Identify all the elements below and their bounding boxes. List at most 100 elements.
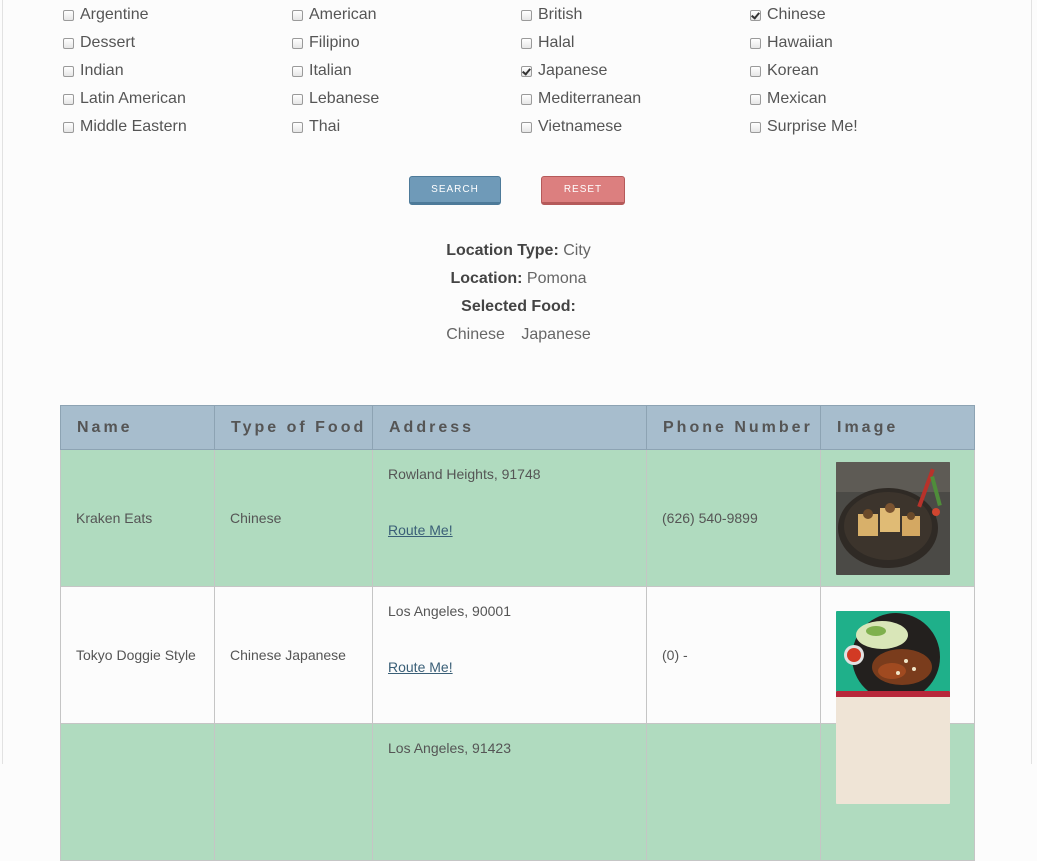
- table-row: Los Angeles, 91423: [60, 690, 975, 861]
- filter-label: Lebanese: [309, 90, 380, 107]
- cell-name: [60, 723, 215, 861]
- checkbox-icon[interactable]: [292, 65, 303, 77]
- filter-british[interactable]: British: [521, 4, 582, 26]
- route-me-link[interactable]: Route Me!: [388, 659, 453, 675]
- food-photo: [836, 690, 950, 804]
- checkbox-icon[interactable]: [750, 37, 761, 49]
- header-type-of-food: Type of Food: [214, 405, 373, 450]
- table-row: Kraken Eats Chinese Rowland Heights, 917…: [60, 449, 975, 587]
- filter-mexican[interactable]: Mexican: [750, 88, 827, 110]
- filter-argentine[interactable]: Argentine: [63, 4, 149, 26]
- filter-label: Middle Eastern: [80, 118, 187, 135]
- filter-japanese[interactable]: Japanese: [521, 60, 607, 82]
- location-value: Pomona: [526, 270, 587, 287]
- filter-dessert[interactable]: Dessert: [63, 32, 135, 54]
- header-name: Name: [60, 405, 215, 450]
- selected-food-label: Selected Food:: [461, 298, 576, 315]
- checkbox-icon[interactable]: [63, 9, 74, 21]
- checkbox-icon[interactable]: [63, 37, 74, 49]
- filter-label: Vietnamese: [538, 118, 623, 135]
- filter-italian[interactable]: Italian: [292, 60, 352, 82]
- filter-latin-american[interactable]: Latin American: [63, 88, 186, 110]
- filter-label: Hawaiian: [767, 34, 833, 51]
- filter-label: Thai: [309, 118, 341, 135]
- checkbox-icon[interactable]: [63, 65, 74, 77]
- filter-label: Mediterranean: [538, 90, 642, 107]
- filter-label: Korean: [767, 62, 819, 79]
- filter-middle-eastern[interactable]: Middle Eastern: [63, 116, 187, 138]
- checkbox-icon[interactable]: [292, 93, 303, 105]
- route-me-link[interactable]: Route Me!: [388, 522, 453, 538]
- location-type-line: Location Type: City: [0, 242, 1037, 260]
- filter-label: Latin American: [80, 90, 186, 107]
- checkbox-checked-icon[interactable]: [750, 9, 761, 21]
- checkbox-icon[interactable]: [750, 65, 761, 77]
- checkbox-icon[interactable]: [750, 121, 761, 133]
- cell-type: Chinese: [214, 449, 373, 587]
- location-type-value: City: [563, 242, 591, 259]
- checkbox-checked-icon[interactable]: [521, 65, 532, 77]
- checkbox-icon[interactable]: [521, 37, 532, 49]
- selected-food-list: Chinese Japanese: [0, 326, 1037, 344]
- search-button[interactable]: SEARCH: [409, 176, 501, 205]
- cell-phone: (626) 540-9899: [646, 449, 821, 587]
- selected-food-item: Chinese: [446, 326, 505, 343]
- cell-name: Kraken Eats: [60, 449, 215, 587]
- filter-label: Argentine: [80, 6, 149, 23]
- cell-type: Chinese Japanese: [214, 586, 373, 724]
- selected-food-item: Japanese: [521, 326, 591, 343]
- filter-vietnamese[interactable]: Vietnamese: [521, 116, 622, 138]
- filter-halal[interactable]: Halal: [521, 32, 574, 54]
- filter-label: Mexican: [767, 90, 827, 107]
- page-right-border: [1031, 0, 1032, 764]
- checkbox-icon[interactable]: [521, 121, 532, 133]
- filter-label: Surprise Me!: [767, 118, 858, 135]
- checkbox-icon[interactable]: [521, 93, 532, 105]
- checkbox-icon[interactable]: [63, 93, 74, 105]
- checkbox-icon[interactable]: [292, 121, 303, 133]
- checkbox-icon[interactable]: [521, 9, 532, 21]
- filter-lebanese[interactable]: Lebanese: [292, 88, 379, 110]
- cell-image: [820, 449, 975, 587]
- grilled-chicken-plate-photo: [836, 611, 950, 699]
- cell-image: [820, 690, 975, 861]
- filter-label: Indian: [80, 62, 124, 79]
- header-phone-number: Phone Number: [646, 405, 821, 450]
- header-address: Address: [372, 405, 647, 450]
- cell-name: Tokyo Doggie Style: [60, 586, 215, 724]
- reset-button[interactable]: RESET: [541, 176, 625, 205]
- filter-hawaiian[interactable]: Hawaiian: [750, 32, 833, 54]
- filter-label: Halal: [538, 34, 575, 51]
- fried-tofu-dish-photo: [836, 461, 950, 575]
- cell-address: Los Angeles, 91423: [372, 723, 647, 861]
- location-type-label: Location Type:: [446, 242, 559, 259]
- filter-filipino[interactable]: Filipino: [292, 32, 360, 54]
- filter-label: Filipino: [309, 34, 360, 51]
- filter-korean[interactable]: Korean: [750, 60, 819, 82]
- filter-mediterranean[interactable]: Mediterranean: [521, 88, 641, 110]
- checkbox-icon[interactable]: [292, 9, 303, 21]
- page-left-border: [2, 0, 3, 764]
- filter-thai[interactable]: Thai: [292, 116, 340, 138]
- selected-food-line: Selected Food:: [0, 298, 1037, 316]
- checkbox-icon[interactable]: [63, 121, 74, 133]
- checkbox-icon[interactable]: [750, 93, 761, 105]
- cell-type: [214, 723, 373, 861]
- cell-phone: [646, 723, 821, 861]
- filter-label: Japanese: [538, 62, 608, 79]
- filter-indian[interactable]: Indian: [63, 60, 124, 82]
- filter-label: Chinese: [767, 6, 826, 23]
- checkbox-icon[interactable]: [292, 37, 303, 49]
- header-image: Image: [820, 405, 975, 450]
- filter-american[interactable]: American: [292, 4, 377, 26]
- filter-label: Dessert: [80, 34, 136, 51]
- address-text: Los Angeles, 91423: [388, 740, 511, 756]
- filter-chinese[interactable]: Chinese: [750, 4, 826, 26]
- filter-label: Italian: [309, 62, 352, 79]
- cell-address: Los Angeles, 90001 Route Me!: [372, 586, 647, 724]
- location-label: Location:: [450, 270, 523, 287]
- filter-surprise-me[interactable]: Surprise Me!: [750, 116, 858, 138]
- location-line: Location: Pomona: [0, 270, 1037, 288]
- address-text: Rowland Heights, 91748: [388, 466, 541, 482]
- address-text: Los Angeles, 90001: [388, 603, 511, 619]
